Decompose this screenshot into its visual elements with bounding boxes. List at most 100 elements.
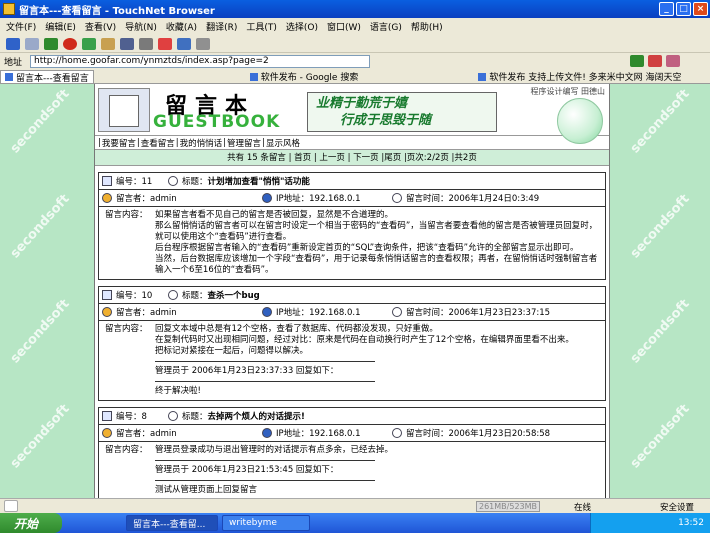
- back-icon[interactable]: [6, 37, 20, 50]
- nav-display-style[interactable]: 显示风格: [266, 137, 300, 149]
- page-icon: [5, 73, 13, 81]
- motto-line-1: 业精于勤荒于嬉: [316, 96, 408, 111]
- nav-manage-messages[interactable]: 管理留言: [227, 137, 261, 149]
- security-settings[interactable]: 安全设置: [660, 501, 694, 513]
- entry-title: 计划增加查看"悄悄"话功能: [207, 177, 310, 187]
- menu-help[interactable]: 帮助(H): [411, 20, 443, 33]
- page-icon: [478, 72, 487, 81]
- menu-options[interactable]: 选择(O): [286, 20, 318, 33]
- reply-divider: [155, 381, 375, 382]
- ip-icon: [262, 193, 272, 203]
- entry-author: 留言者：admin: [116, 308, 177, 318]
- popup-block-icon[interactable]: [158, 37, 172, 50]
- start-button[interactable]: 开始: [0, 513, 62, 533]
- content-label: 留言内容：: [105, 445, 148, 455]
- reply-divider: [155, 480, 375, 481]
- watermark: secondsoft: [627, 86, 693, 157]
- content-line: 管理员登录成功与退出管理时的对话提示有点多余，已经去掉。: [155, 445, 394, 455]
- toolbar: [0, 35, 710, 53]
- entry-author: 留言者：admin: [116, 194, 177, 204]
- entry-time: 留言时间：2006年1月24日0:3:49: [406, 194, 540, 204]
- admin-reply-header: 管理员于 2006年1月23日23:37:33 回复如下：: [155, 366, 339, 376]
- memory-usage: 261MB/523MB: [476, 501, 540, 512]
- nav-my-whispers[interactable]: 我的悄悄话: [180, 137, 223, 149]
- guestbook-nav: | 我要留言 | 查看留言 | 我的悄悄话 | 管理留言 | 显示风格: [95, 136, 609, 150]
- entry-body: 留言内容： 管理员登录成功与退出管理时的对话提示有点多余，已经去掉。 管理员于 …: [99, 442, 605, 498]
- content-line: 把标记对紧接在一起后，问题得以解决。: [155, 346, 309, 356]
- address-input[interactable]: http://home.goofar.com/ynmztds/index.asp…: [30, 54, 371, 68]
- close-tab-icon[interactable]: [648, 55, 663, 67]
- content-line: 在复制代码时又出现相同问题，经过对比：原来是代码在自动换行时产生了12个空格，在…: [155, 335, 574, 345]
- menu-navigate[interactable]: 导航(N): [125, 20, 157, 33]
- go-icon[interactable]: [630, 55, 645, 67]
- motto-line-2: 行成于思毁于随: [340, 113, 432, 128]
- logo-english: GUESTBOOK: [153, 112, 281, 132]
- forward-icon[interactable]: [25, 37, 39, 50]
- entry-title: 查杀一个bug: [207, 291, 260, 301]
- content-line: 当然，后台数据库应该增加一个字段“查看码”，用于记录每条悄悄话留言的查看权限；再…: [155, 254, 598, 275]
- refresh-icon[interactable]: [82, 37, 96, 50]
- entry-title-label: 标题：: [182, 177, 208, 187]
- menu-language[interactable]: 语言(G): [370, 20, 402, 33]
- reply-divider: [155, 361, 375, 362]
- guestbook-page: 留言本 GUESTBOOK 业精于勤荒于嬉 行成于思毁于随 程序设计编写 田德山…: [94, 84, 610, 498]
- content-line: 后台程序根据留言者输入的“查看码”重新设定首页的“SQL”查询条件，把该“查看码…: [155, 243, 579, 253]
- window-icon[interactable]: [177, 37, 191, 50]
- menu-window[interactable]: 窗口(W): [327, 20, 361, 33]
- tab-software[interactable]: 软件发布 支持上传文件! 多来米中文网 海阔天空: [474, 70, 685, 83]
- user-icon: [102, 307, 112, 317]
- content-label: 留言内容：: [105, 324, 148, 334]
- ip-icon: [262, 428, 272, 438]
- pager-bar[interactable]: 共有 15 条留言 | 首页 | 上一页 | 下一页 |尾页 |页次:2/2页 …: [95, 150, 609, 166]
- tools-icon[interactable]: [196, 37, 210, 50]
- close-button[interactable]: ×: [693, 2, 708, 16]
- entry-header-row: 编号：11 标题： 计划增加查看"悄悄"话功能: [99, 173, 605, 190]
- menu-file[interactable]: 文件(F): [6, 20, 36, 33]
- page-icon: [249, 72, 258, 81]
- ip-icon: [262, 307, 272, 317]
- home-icon[interactable]: [101, 37, 115, 50]
- tab-google-search[interactable]: 软件发布 - Google 搜索: [246, 70, 363, 83]
- content-line: 那么留悄悄话的留言者可以在留言时设定一个相当于密码的“查看码”，当留言者要查看他…: [155, 221, 598, 242]
- entry-meta-row: 留言者：admin IP地址：192.168.0.1 留言时间：2006年1月2…: [99, 425, 605, 442]
- menu-edit[interactable]: 编辑(E): [45, 20, 76, 33]
- user-icon: [102, 193, 112, 203]
- clock-icon: [392, 428, 402, 438]
- tab-guestbook[interactable]: 留言本---查看留言: [0, 70, 94, 84]
- clear-icon[interactable]: [666, 55, 681, 67]
- menu-view[interactable]: 查看(V): [85, 20, 116, 33]
- entry-author: 留言者：admin: [116, 429, 177, 439]
- menu-favorites[interactable]: 收藏(A): [166, 20, 197, 33]
- view-icon[interactable]: [120, 37, 134, 50]
- maximize-button[interactable]: □: [676, 2, 691, 16]
- taskbar-item-guestbook[interactable]: 留言本---查看留...: [126, 515, 218, 531]
- clock-icon: [392, 193, 402, 203]
- tab-bar: 留言本---查看留言 软件发布 - Google 搜索 软件发布 支持上传文件!…: [0, 69, 710, 84]
- message-entry: 编号：8 标题： 去掉两个烦人的对话提示! 留言者：admin IP地址：192.…: [98, 407, 606, 498]
- nav-view-messages[interactable]: 查看留言: [141, 137, 175, 149]
- content-label: 留言内容：: [105, 210, 148, 220]
- designer-credit: 程序设计编写 田德山: [530, 87, 605, 96]
- menu-bar: 文件(F) 编辑(E) 查看(V) 导航(N) 收藏(A) 翻译(R) 工具(T…: [0, 18, 710, 35]
- entry-title: 去掉两个烦人的对话提示!: [207, 412, 305, 422]
- motto-box: 业精于勤荒于嬉 行成于思毁于随: [307, 92, 497, 132]
- entry-ip: IP地址：192.168.0.1: [276, 194, 361, 204]
- menu-translate[interactable]: 翻译(R): [206, 20, 237, 33]
- taskbar-item-writebyme[interactable]: writebyme: [222, 515, 310, 531]
- arrow-down-icon: [168, 176, 178, 186]
- content-line: 回复文本域中总是有12个空格，查看了数据库、代码都没发现，只好重做。: [155, 324, 438, 334]
- entry-number: 编号：10: [116, 291, 153, 301]
- up-icon[interactable]: [44, 37, 58, 50]
- menu-tools[interactable]: 工具(T): [246, 20, 277, 33]
- arrow-down-icon: [168, 411, 178, 421]
- stop-icon[interactable]: [63, 37, 77, 50]
- entry-time: 留言时间：2006年1月23日23:37:15: [406, 308, 551, 318]
- reply-divider: [155, 460, 375, 461]
- network-status: 在线: [574, 503, 592, 513]
- entry-meta-row: 留言者：admin IP地址：192.168.0.1 留言时间：2006年1月2…: [99, 304, 605, 321]
- save-icon[interactable]: [139, 37, 153, 50]
- minimize-button[interactable]: _: [659, 2, 674, 16]
- entry-body: 留言内容： 回复文本域中总是有12个空格，查看了数据库、代码都没发现，只好重做。…: [99, 321, 605, 400]
- nav-write-message[interactable]: 我要留言: [102, 137, 136, 149]
- page-content[interactable]: secondsoft secondsoft secondsoft seconds…: [0, 84, 710, 498]
